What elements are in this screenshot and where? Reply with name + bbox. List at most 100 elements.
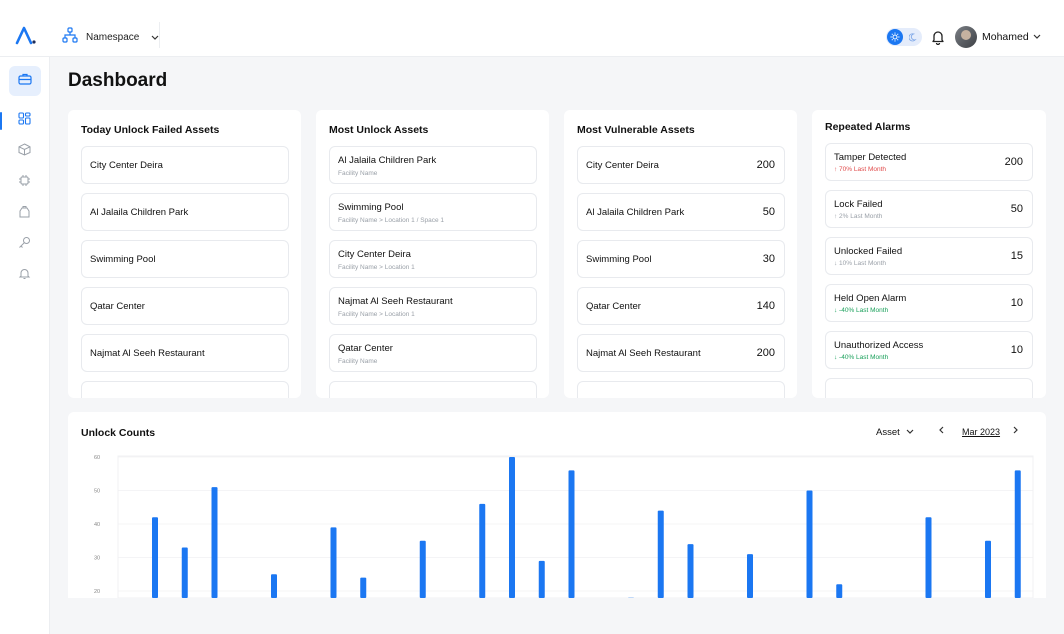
bell-icon[interactable] xyxy=(931,29,945,46)
card-repeated-alarms: Repeated Alarms Tamper Detected ↑ 70% La… xyxy=(812,110,1046,398)
namespace-label: Namespace xyxy=(86,31,140,43)
namespace-selector[interactable]: Namespace xyxy=(62,26,159,48)
asset-count: 140 xyxy=(756,300,775,312)
chart-bar xyxy=(1014,470,1021,598)
list-item[interactable]: Lock Failed ↑ 2% Last Month 50 xyxy=(825,190,1033,228)
list-item[interactable]: Najmat Al Seeh Restaurant 200 xyxy=(577,334,785,372)
sidebar-item-assets[interactable] xyxy=(17,143,31,159)
card-title: Repeated Alarms xyxy=(825,121,911,133)
alarm-count: 15 xyxy=(1010,250,1023,262)
asset-name: Al Jalaila Children Park xyxy=(586,207,685,218)
alarm-count: 10 xyxy=(1010,344,1023,356)
sidebar xyxy=(0,57,50,634)
asset-filter-select[interactable]: Asset xyxy=(876,427,914,438)
y-tick-label: 60 xyxy=(94,455,100,461)
chevron-left-icon xyxy=(938,426,944,437)
chart-bar xyxy=(271,574,277,598)
chart-bar xyxy=(657,510,664,598)
key-icon xyxy=(18,236,31,254)
card-most-vulnerable: Most Vulnerable Assets City Center Deira… xyxy=(564,110,797,398)
user-menu[interactable]: Mohamed xyxy=(982,31,1041,43)
asset-name: Qatar Center xyxy=(586,301,641,312)
alarm-trend: ↓ -40% Last Month xyxy=(834,354,889,361)
alarm-count: 200 xyxy=(1004,156,1023,168)
list-item[interactable] xyxy=(329,381,537,398)
list-item[interactable]: Al Jalaila Children Park Facility Name xyxy=(329,146,537,184)
top-bar: Namespace Mohamed xyxy=(0,0,1064,57)
list-item[interactable]: City Center Deira 200 xyxy=(577,146,785,184)
chart-bar xyxy=(836,584,843,598)
asset-filter-label: Asset xyxy=(876,427,900,438)
chart-bar xyxy=(747,554,753,598)
asset-name: Al Jalaila Children Park xyxy=(90,207,189,218)
asset-name: Swimming Pool xyxy=(90,254,156,265)
alert-icon xyxy=(18,267,31,285)
sidebar-item-devices[interactable] xyxy=(17,175,31,190)
list-item[interactable] xyxy=(577,381,785,398)
asset-name: City Center Deira xyxy=(586,160,659,171)
asset-name: Najmat Al Seeh Restaurant xyxy=(90,348,205,359)
sidebar-item-dashboard[interactable] xyxy=(17,112,31,128)
asset-name: Najmat Al Seeh Restaurant xyxy=(338,296,453,307)
next-month-button[interactable] xyxy=(1013,426,1019,437)
active-indicator xyxy=(0,112,2,130)
list-item[interactable]: Swimming Pool Facility Name > Location 1… xyxy=(329,193,537,231)
list-item[interactable]: Swimming Pool 30 xyxy=(577,240,785,278)
alarm-name: Held Open Alarm xyxy=(834,293,907,304)
list-item[interactable]: Unlocked Failed ↓ 10% Last Month 15 xyxy=(825,237,1033,275)
list-item[interactable] xyxy=(825,378,1033,398)
app-logo[interactable] xyxy=(13,25,37,45)
sidebar-item-locks[interactable] xyxy=(17,206,31,221)
list-item[interactable]: Qatar Center Facility Name xyxy=(329,334,537,372)
chart-title: Unlock Counts xyxy=(81,427,156,439)
prev-month-button[interactable] xyxy=(938,426,944,437)
list-item[interactable]: Tamper Detected ↑ 70% Last Month 200 xyxy=(825,143,1033,181)
month-label[interactable]: Mar 2023 xyxy=(962,427,1000,437)
alarm-trend: ↓ 10% Last Month xyxy=(834,260,887,267)
list-item[interactable] xyxy=(81,381,289,398)
alarm-name: Unlocked Failed xyxy=(834,246,903,257)
avatar[interactable] xyxy=(955,26,977,48)
list-item[interactable]: City Center Deira Facility Name > Locati… xyxy=(329,240,537,278)
list-item[interactable]: Qatar Center 140 xyxy=(577,287,785,325)
theme-toggle[interactable] xyxy=(886,28,922,46)
list-item[interactable]: Qatar Center xyxy=(81,287,289,325)
list-item[interactable]: Al Jalaila Children Park xyxy=(81,193,289,231)
namespace-icon xyxy=(62,26,78,48)
moon-icon xyxy=(906,30,920,44)
alarm-trend: ↓ -40% Last Month xyxy=(834,307,889,314)
list-item[interactable]: Held Open Alarm ↓ -40% Last Month 10 xyxy=(825,284,1033,322)
list-item[interactable]: Unauthorized Access ↓ -40% Last Month 10 xyxy=(825,331,1033,369)
y-tick-label: 20 xyxy=(94,589,100,595)
list-item[interactable]: City Center Deira xyxy=(81,146,289,184)
chart-bar xyxy=(211,487,218,598)
sidebar-item-alerts[interactable] xyxy=(17,269,31,283)
alarm-trend: ↑ 70% Last Month xyxy=(834,166,887,173)
card-title: Today Unlock Failed Assets xyxy=(81,124,220,136)
chart-bar xyxy=(568,470,575,598)
chart-bar xyxy=(360,577,367,598)
list-item[interactable]: Najmat Al Seeh Restaurant xyxy=(81,334,289,372)
alarm-count: 10 xyxy=(1010,297,1023,309)
alarm-name: Tamper Detected xyxy=(834,152,907,163)
sidebar-item-briefcase[interactable] xyxy=(9,66,41,96)
asset-name: Qatar Center xyxy=(90,301,145,312)
chart-bar xyxy=(687,544,694,598)
list-item[interactable]: Al Jalaila Children Park 50 xyxy=(577,193,785,231)
alarm-trend: ↑ 2% Last Month xyxy=(834,213,883,220)
page-bottom xyxy=(50,598,1064,634)
asset-count: 50 xyxy=(762,206,775,218)
chart-bar xyxy=(925,517,932,598)
unlock-counts-chart-card: 20 30 40 50 60 Unlock Counts Asset Mar 2023 xyxy=(68,412,1046,598)
sun-icon xyxy=(887,29,903,45)
chart-bar xyxy=(152,517,158,598)
list-item[interactable]: Najmat Al Seeh Restaurant Facility Name … xyxy=(329,287,537,325)
sidebar-item-keys[interactable] xyxy=(17,236,31,254)
asset-path: Facility Name > Location 1 / Space 1 xyxy=(338,217,445,224)
asset-count: 200 xyxy=(756,347,775,359)
asset-path: Facility Name > Location 1 xyxy=(338,264,415,271)
asset-name: City Center Deira xyxy=(90,160,163,171)
list-item[interactable]: Swimming Pool xyxy=(81,240,289,278)
user-name: Mohamed xyxy=(982,31,1029,43)
alarm-name: Unauthorized Access xyxy=(834,340,924,351)
